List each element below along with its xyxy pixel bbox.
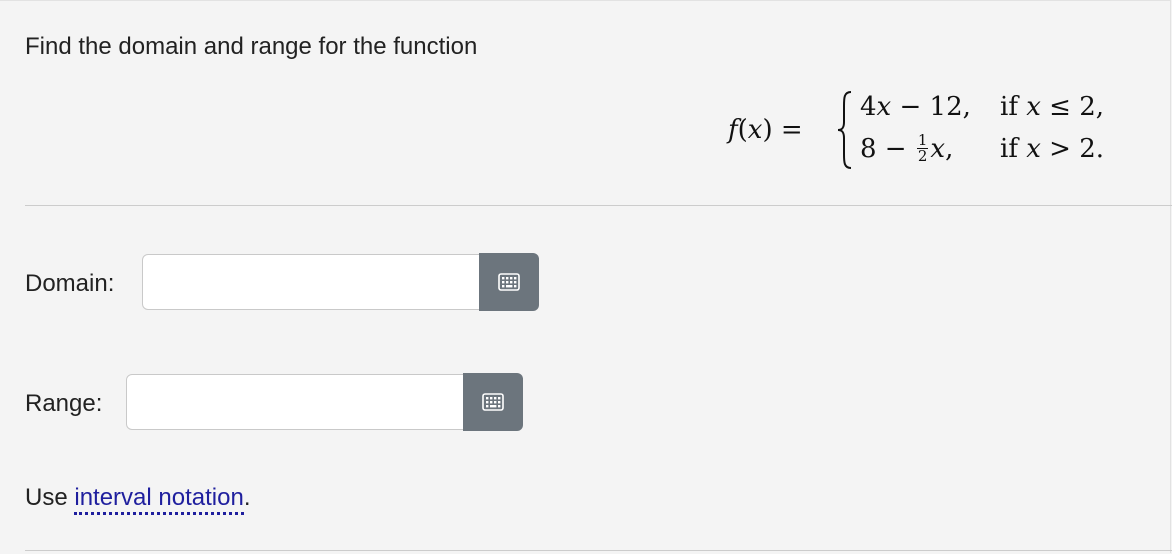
case-1-rest: − 12, bbox=[891, 92, 971, 122]
domain-input[interactable] bbox=[142, 254, 480, 310]
case-2-var: x bbox=[930, 134, 946, 164]
left-brace-icon bbox=[837, 91, 852, 169]
bottom-divider bbox=[25, 550, 1172, 551]
case-1-cond-var: x bbox=[1026, 92, 1041, 122]
case-2-cond-rest: > 2. bbox=[1040, 134, 1104, 164]
case-2-fraction: 12 bbox=[916, 132, 929, 165]
case-2-if: if bbox=[1000, 134, 1027, 164]
piecewise-formula: f(x) = 4x − 12, if x ≤ 2, 8 − 1 2 x, if x … bbox=[728, 88, 1148, 178]
notation-prefix: Use bbox=[25, 484, 75, 511]
case-1-var: x bbox=[876, 92, 892, 122]
case-2-start: 8 − bbox=[860, 134, 915, 164]
notation-suffix: . bbox=[243, 484, 251, 511]
case-1-if: if bbox=[1000, 92, 1027, 122]
case-1-condition: if x ≤ 2, bbox=[1000, 92, 1104, 122]
formula-lhs-var: x bbox=[747, 115, 763, 145]
question-prompt: Find the domain and range for the functi… bbox=[25, 33, 478, 60]
formula-lhs-close: ) = bbox=[762, 115, 803, 145]
case-2-expression: 8 − 1 2 x, bbox=[860, 132, 954, 166]
domain-keyboard-button[interactable] bbox=[479, 253, 539, 311]
formula-lhs-open: ( bbox=[737, 115, 748, 145]
range-keyboard-button[interactable] bbox=[463, 373, 523, 431]
domain-label: Domain: bbox=[25, 270, 115, 297]
case-1-expression: 4x − 12, bbox=[860, 92, 971, 122]
formula-func-name: f bbox=[728, 115, 738, 145]
case-2-rest: , bbox=[945, 134, 954, 164]
case-2-condition: if x > 2. bbox=[1000, 134, 1104, 164]
case-1-coef: 4 bbox=[860, 92, 877, 122]
keyboard-icon bbox=[498, 273, 520, 291]
formula-lhs: f(x) = bbox=[728, 115, 803, 145]
range-input[interactable] bbox=[126, 374, 464, 430]
notation-hint: Use interval notation. bbox=[25, 484, 251, 515]
case-1-cond-rest: ≤ 2, bbox=[1040, 92, 1104, 122]
section-divider bbox=[25, 205, 1172, 206]
interval-notation-link[interactable]: interval notation bbox=[74, 484, 244, 515]
fraction-denominator: 2 bbox=[917, 146, 928, 165]
case-2-cond-var: x bbox=[1026, 134, 1041, 164]
keyboard-icon bbox=[482, 393, 504, 411]
range-label: Range: bbox=[25, 390, 103, 417]
